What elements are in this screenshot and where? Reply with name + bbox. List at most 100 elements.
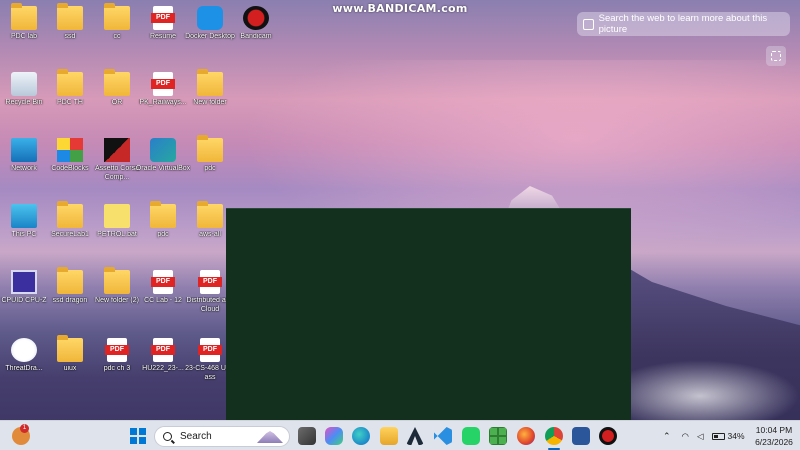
start-button[interactable] [130, 428, 146, 444]
pdf-tag: PDF [151, 79, 175, 89]
desktop-icon[interactable]: PDC TH [46, 69, 94, 108]
desktop-icon[interactable]: CPUID CPU-Z [0, 270, 48, 306]
folder-icon [57, 201, 83, 228]
chrome-icon[interactable] [545, 427, 563, 445]
desktop-icon[interactable]: pdc [186, 135, 234, 174]
desktop-icon[interactable]: ThreatDra... [0, 338, 48, 374]
desktop-icon[interactable]: uiux [46, 335, 94, 374]
pdf-file-icon: PDF [151, 270, 175, 294]
vscode-icon[interactable] [434, 427, 452, 445]
task-view-icon[interactable] [298, 427, 316, 445]
terminal-app-icon[interactable] [406, 427, 424, 445]
desktop-icon-label: New folder [193, 99, 227, 106]
visual-search-text: Search the web to learn more about this … [598, 13, 768, 35]
desktop-icon[interactable]: PDF CC Lab - 12 [139, 270, 187, 306]
desktop-icon[interactable]: cc [93, 3, 141, 42]
pdf-file-icon: PDF [198, 338, 222, 362]
folder-icon [104, 267, 130, 294]
pdf-tag: PDF [151, 13, 175, 23]
app-bandicam-icon [243, 6, 269, 30]
battery-icon[interactable] [711, 432, 725, 440]
folder-icon [57, 267, 83, 294]
desktop-icon-label: pdc [204, 165, 216, 172]
pdf-tag: PDF [198, 277, 222, 287]
desktop-icon[interactable]: Recycle Bin [0, 72, 48, 108]
folder-icon [104, 3, 130, 30]
desktop-icon[interactable]: SecureLab1 [46, 201, 94, 240]
desktop-icon[interactable]: New folder [186, 69, 234, 108]
visual-search-icon [583, 18, 594, 30]
app-docker-icon [197, 6, 223, 30]
taskbar-clock[interactable]: 10:04 PM 6/23/2026 [748, 424, 800, 448]
network-icon [11, 138, 37, 162]
pc-icon [11, 204, 37, 228]
edge-icon[interactable] [352, 427, 370, 445]
firefox-icon[interactable] [517, 427, 535, 445]
wifi-icon[interactable]: ◠ [682, 431, 689, 442]
whatsapp-icon[interactable] [462, 427, 480, 445]
desktop-icon[interactable]: ssd [46, 3, 94, 42]
scan-icon [771, 51, 781, 61]
folder-icon [104, 69, 130, 96]
pdf-tag: PDF [105, 345, 129, 355]
volume-icon[interactable]: ◁ [697, 431, 704, 442]
desktop-icon[interactable]: PDF Resume [139, 6, 187, 42]
bandicam-taskbar-icon[interactable] [599, 427, 617, 445]
pdf-file-icon: PDF [151, 338, 175, 362]
clock-time: 10:04 PM [755, 425, 793, 435]
search-icon [163, 432, 172, 441]
pdf-tag: PDF [151, 345, 175, 355]
folder-icon [197, 69, 223, 96]
battery-percent: 34% [727, 431, 745, 441]
recycle-icon [11, 72, 37, 96]
folder-icon [150, 201, 176, 228]
pdf-tag: PDF [151, 277, 175, 287]
desktop-icon[interactable]: New folder (2) [93, 267, 141, 306]
pdf-tag: PDF [198, 345, 222, 355]
system-tray: ⌃ ◠ ◁ 34% [663, 421, 745, 450]
desktop-icon[interactable]: PETROL.bat [93, 204, 141, 240]
folder-icon [57, 335, 83, 362]
copilot-icon[interactable] [325, 427, 343, 445]
tray-overflow-chevron-icon[interactable]: ⌃ [663, 431, 671, 442]
taskbar-search-label: Search [180, 431, 212, 442]
pdf-file-icon: PDF [198, 270, 222, 294]
desktop-icon[interactable]: Bandicam [232, 6, 280, 42]
visual-lookup-button[interactable] [766, 46, 786, 66]
dark-application-window[interactable] [226, 208, 631, 420]
taskbar-search[interactable]: Search [154, 426, 290, 447]
desktop-icon[interactable]: PDF HU222_23-... [139, 338, 187, 374]
search-highlight-icon [257, 431, 283, 443]
app-cpuz-icon [11, 270, 37, 294]
bat-icon [104, 204, 130, 228]
folder-icon [197, 201, 223, 228]
pdf-file-icon: PDF [151, 72, 175, 96]
desktop-icon[interactable]: OR [93, 69, 141, 108]
notification-badge: 1 [20, 424, 29, 433]
file-explorer-icon[interactable] [380, 427, 398, 445]
desktop-icon[interactable]: CodeBlocks [46, 138, 94, 174]
desktop-icon[interactable]: ssd dragon [46, 267, 94, 306]
desktop-icon[interactable]: pdc [139, 201, 187, 240]
desktop-icon[interactable]: PDF pdc ch 3 [93, 338, 141, 374]
desktop-icon[interactable]: PDF PK_Railways... [139, 72, 187, 108]
store-icon[interactable] [489, 427, 507, 445]
taskbar: 1 Search ⌃ ◠ ◁ 34% 10:04 PM 6/23/2026 [0, 420, 800, 450]
desktop-icon[interactable]: Assetto Corsa Comp... [93, 138, 141, 182]
desktop-icon-label: Bandicam [240, 33, 272, 40]
pdf-file-icon: PDF [151, 6, 175, 30]
app-assetto-icon [104, 138, 130, 162]
visual-search-bar[interactable]: Search the web to learn more about this … [577, 12, 790, 36]
folder-icon [11, 3, 37, 30]
desktop-icon[interactable]: PDC lab [0, 3, 48, 42]
folder-icon [57, 3, 83, 30]
desktop-icon[interactable]: Oracle VirtualBox [136, 138, 190, 174]
app-threatdragon-icon [11, 338, 37, 362]
pdf-file-icon: PDF [105, 338, 129, 362]
desktop-icon[interactable]: This PC [0, 204, 48, 240]
desktop-icon[interactable]: Docker Desktop [185, 6, 235, 42]
folder-icon [57, 69, 83, 96]
word-icon[interactable] [572, 427, 590, 445]
app-codeblocks-icon [57, 138, 83, 162]
desktop-icon[interactable]: Network [0, 138, 48, 174]
